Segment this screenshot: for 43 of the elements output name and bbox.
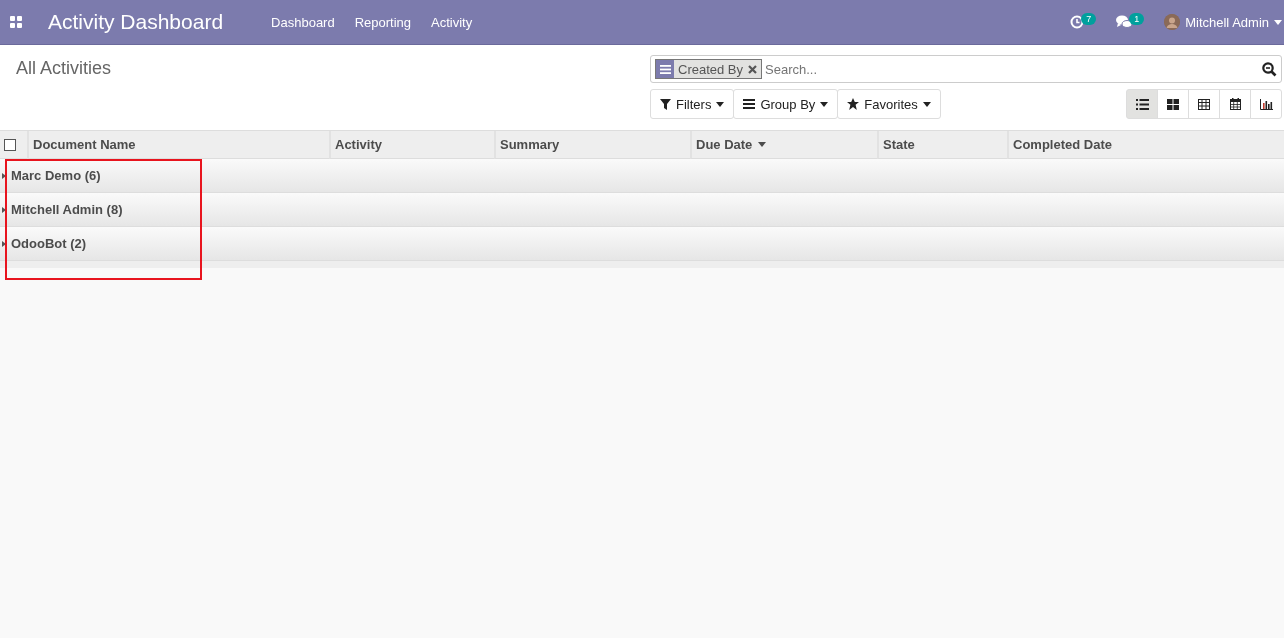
clock-icon[interactable] [1070,15,1085,29]
search-facet: Created By [655,59,763,79]
breadcrumb: All Activities [16,58,113,80]
view-switch-button[interactable] [1219,89,1251,119]
list-view-icon [1135,98,1149,110]
caret-icon [716,101,725,107]
search-field[interactable]: Created By Search... [650,55,1282,83]
menu-icon [743,99,756,109]
column-header[interactable]: Summary [494,131,690,159]
column-header[interactable]: Due Date [690,131,877,159]
view-switch-button[interactable] [1188,89,1220,119]
activity-count-badge: 7 [1081,13,1097,25]
table-view-icon [1198,98,1210,110]
app-title: Activity Dashboard [48,10,224,34]
bar-chart-icon [1259,98,1273,110]
dropdown-button[interactable]: Group By [733,89,839,119]
user-menu[interactable]: Mitchell Admin [1185,14,1269,30]
view-switch-button[interactable] [1250,89,1282,119]
menu-item[interactable]: Dashboard [271,14,335,30]
caret-icon [1274,19,1282,25]
checkbox[interactable] [4,138,16,151]
menu-icon [659,64,671,74]
close-icon[interactable] [748,64,758,74]
apps-icon[interactable] [10,16,22,28]
star-icon [847,98,860,110]
column-header[interactable]: Document Name [27,131,329,159]
column-header[interactable]: State [877,131,1007,159]
dropdown-button[interactable]: Filters [650,89,735,119]
view-switch-button[interactable] [1126,89,1158,119]
search-icon[interactable] [1262,61,1277,77]
column-header[interactable]: Completed Date [1007,131,1284,159]
caret-icon [820,101,829,107]
menu-item[interactable]: Reporting [354,14,412,30]
caret-icon [922,101,931,107]
sort-caret-icon [758,142,767,147]
message-count-badge: 1 [1129,13,1145,25]
dropdown-button[interactable]: Favorites [837,89,941,119]
kanban-view-icon [1167,98,1179,110]
calendar-icon [1229,98,1241,110]
column-header[interactable]: Activity [329,131,494,159]
menu-item[interactable]: Activity [431,14,473,30]
filter-icon [660,98,671,110]
view-switch-button[interactable] [1157,89,1189,119]
